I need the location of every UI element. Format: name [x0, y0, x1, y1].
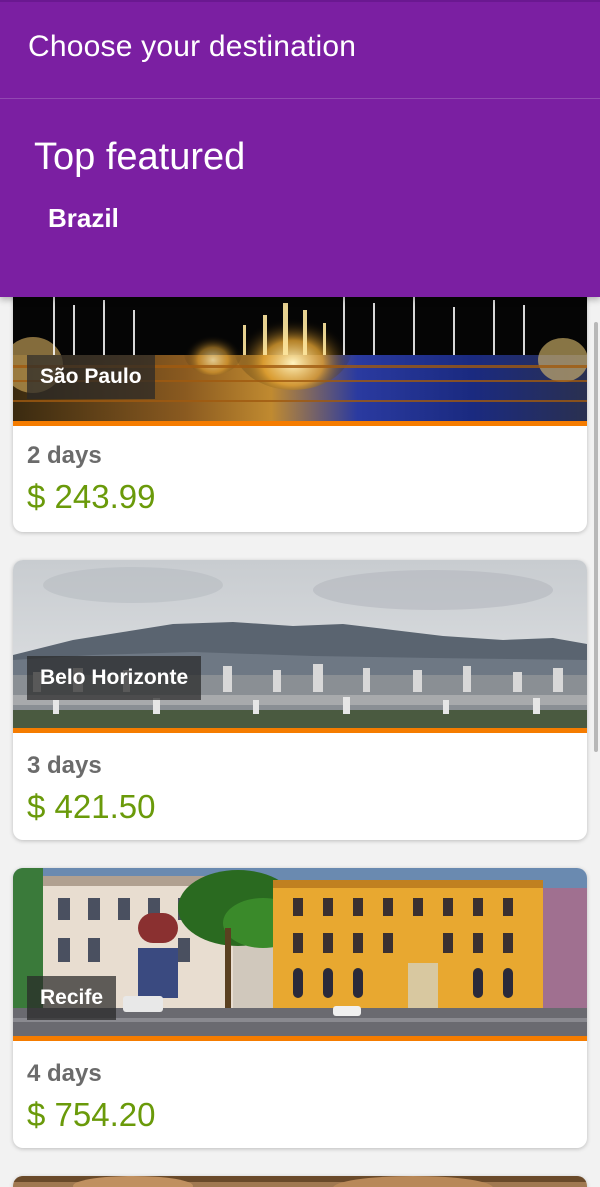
- destination-card[interactable]: São Paulo 2 days $ 243.99: [13, 265, 587, 532]
- section-title: Top featured: [34, 136, 246, 178]
- scrollbar[interactable]: [594, 322, 598, 752]
- card-accent-line: [13, 728, 587, 733]
- app-title: Choose your destination: [28, 30, 357, 63]
- trip-price: $ 243.99: [27, 478, 156, 515]
- card-accent-line: [13, 1036, 587, 1041]
- destination-card[interactable]: [13, 1176, 587, 1187]
- trip-price: $ 754.20: [27, 1096, 156, 1133]
- trip-price: $ 421.50: [27, 788, 156, 825]
- city-label: Recife: [27, 976, 117, 1020]
- city-label: São Paulo: [27, 355, 155, 399]
- destination-card[interactable]: Recife 4 days $ 754.20: [13, 868, 587, 1148]
- trip-duration: 4 days: [27, 1060, 102, 1087]
- card-accent-line: [13, 421, 587, 426]
- app-screen: Choose your destination Top featured Bra…: [0, 0, 600, 1187]
- city-label: Belo Horizonte: [27, 656, 202, 700]
- section-subtitle: Brazil: [48, 203, 119, 233]
- destination-card[interactable]: Belo Horizonte 3 days $ 421.50: [13, 560, 587, 840]
- destination-image: [13, 1176, 587, 1187]
- status-line: [0, 0, 600, 2]
- app-header: Choose your destination Top featured Bra…: [0, 0, 600, 297]
- trip-duration: 2 days: [27, 442, 102, 469]
- destination-image: [13, 560, 587, 728]
- header-divider: [0, 98, 600, 99]
- trip-duration: 3 days: [27, 752, 102, 779]
